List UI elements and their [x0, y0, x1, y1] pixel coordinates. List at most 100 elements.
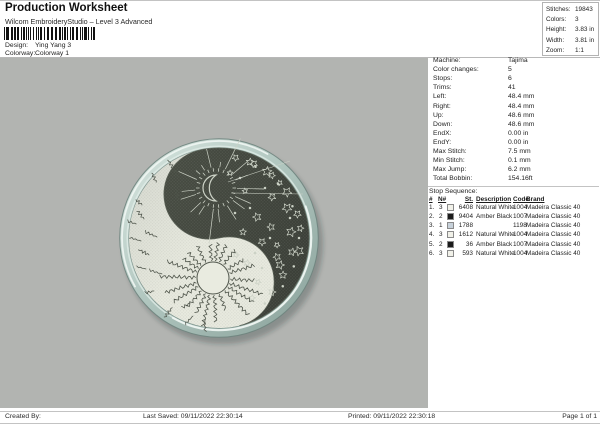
machine-stat-row: Color changes: 5: [433, 66, 598, 75]
stat-label: Stitches:: [546, 6, 571, 13]
stitch-count: 9404: [455, 213, 473, 220]
stop-sequence-row: 1.36408Natural White1004Madeira Classic …: [428, 204, 600, 213]
stat-value: 5: [508, 66, 512, 73]
machine-stat-row: Max Jump:6.2 mm: [433, 166, 598, 175]
stat-label: Zoom:: [546, 47, 564, 54]
summary-stat-row: Height:3.83 in: [546, 26, 596, 36]
barcode: [4, 27, 96, 41]
machine-stat-row: Machine:Tajima: [433, 57, 598, 66]
stat-label: Height:: [546, 26, 566, 33]
stop-sequence-row: 5.236Amber Black1007Madeira Classic 40: [428, 241, 600, 250]
row-number: 2.: [429, 213, 434, 220]
fabric-texture: [129, 148, 309, 328]
footer-printed: Printed: 09/11/2022 22:30:18: [348, 413, 435, 420]
machine-stat-row: Stops: 6: [433, 75, 598, 84]
dot: [292, 205, 294, 207]
stop-sequence-title: Stop Sequence:: [429, 188, 477, 195]
dot: [261, 267, 263, 269]
stat-value: 48.4 mm: [508, 103, 534, 110]
stitch-count: 593: [455, 250, 473, 257]
machine-info-panel: Machine:TajimaColor changes: 5 Stops: 6 Trim…: [433, 57, 598, 187]
stat-label: Down:: [433, 121, 452, 128]
thread-brand: Madeira Classic 40: [526, 241, 580, 248]
thread-color-swatch: [447, 204, 454, 211]
design-value: Ying Yang 3: [35, 42, 71, 49]
machine-stat-row: Max Stitch:7.5 mm: [433, 148, 598, 157]
column-header-stitches: St.: [455, 196, 473, 203]
stat-label: EndX:: [433, 130, 452, 137]
stat-label: Trims:: [433, 84, 452, 91]
dot: [269, 237, 271, 239]
row-number: 1.: [429, 204, 434, 211]
footer-last-saved: Last Saved: 09/11/2022 22:30:14: [143, 413, 243, 420]
stat-value: 6: [508, 75, 512, 82]
stat-label: Width:: [546, 37, 564, 44]
stat-label: Up:: [433, 112, 444, 119]
stat-value: 154.16ft: [508, 175, 533, 182]
needle-number: 1: [439, 222, 443, 229]
column-header-brand: Brand: [526, 196, 544, 203]
stat-value: 7.5 mm: [508, 148, 531, 155]
stat-label: Stops:: [433, 75, 452, 82]
machine-stat-row: EndX:0.00 in: [433, 130, 598, 139]
dot: [264, 187, 266, 189]
thread-color-swatch: [447, 231, 454, 238]
machine-stat-row: Right: 48.4 mm: [433, 103, 598, 112]
design-summary-box: Stitches:19843Colors:3Height:3.83 inWidt…: [542, 2, 599, 56]
thread-brand: Madeira Classic 40: [526, 213, 580, 220]
thread-description: Amber Black: [476, 241, 512, 248]
summary-stat-row: Zoom:1:1: [546, 47, 596, 57]
stat-label: Total Bobbin:: [433, 175, 472, 182]
thread-color-swatch: [447, 213, 454, 220]
footer-divider: [0, 411, 600, 412]
dot: [234, 212, 236, 214]
stitch-count: 6408: [455, 204, 473, 211]
thread-description: Natural White: [476, 204, 515, 211]
thread-brand: Madeira Classic 40: [526, 204, 580, 211]
dot: [282, 285, 284, 287]
needle-number: 2: [439, 241, 443, 248]
stop-sequence-row: 3.117881198Madeira Classic 40: [428, 222, 600, 231]
thread-brand: Madeira Classic 40: [526, 222, 580, 229]
thread-color-swatch: [447, 250, 454, 257]
stitch-count: 36: [455, 241, 473, 248]
dot: [254, 252, 256, 254]
thread-color-swatch: [447, 241, 454, 248]
needle-number: 3: [439, 250, 443, 257]
stat-label: Color changes:: [433, 66, 479, 73]
stat-label: Min Stitch:: [433, 157, 465, 164]
stat-value: 41: [508, 84, 516, 91]
thread-brand: Madeira Classic 40: [526, 250, 580, 257]
production-worksheet-page: Production Worksheet Wilcom EmbroiderySt…: [0, 0, 600, 424]
thread-color-swatch: [447, 222, 454, 229]
stat-label: EndY:: [433, 139, 451, 146]
stat-value: 3: [575, 16, 579, 23]
column-header-num: #: [429, 196, 433, 203]
stat-value: 0.00 in: [508, 139, 528, 146]
dot: [264, 303, 266, 305]
design-canvas: [0, 58, 428, 408]
column-header-needle: N#: [438, 196, 446, 203]
dot: [255, 166, 257, 168]
thread-description: Amber Black: [476, 213, 512, 220]
row-number: 5.: [429, 241, 434, 248]
stat-label: Right:: [433, 103, 451, 110]
colorway-label: Colorway:: [5, 50, 35, 57]
needle-number: 3: [439, 204, 443, 211]
stitch-count: 1612: [455, 231, 473, 238]
page-title: Production Worksheet: [5, 2, 127, 14]
stat-value: 48.6 mm: [508, 112, 534, 119]
thread-brand: Madeira Classic 40: [526, 231, 580, 238]
column-header-description: Description: [476, 196, 511, 203]
design-preview-svg: [0, 58, 428, 408]
dot: [298, 237, 300, 239]
design-name-row: Design:Ying Yang 3: [5, 42, 71, 49]
dot: [239, 177, 241, 179]
stat-value: 3.81 in: [575, 37, 594, 44]
dot: [277, 183, 279, 185]
machine-stat-row: Total Bobbin: 154.16ft: [433, 175, 598, 184]
stat-value: 48.6 mm: [508, 121, 534, 128]
dot: [249, 207, 251, 209]
machine-stat-row: Left:48.4 mm: [433, 93, 598, 102]
summary-stat-row: Width: 3.81 in: [546, 37, 596, 47]
